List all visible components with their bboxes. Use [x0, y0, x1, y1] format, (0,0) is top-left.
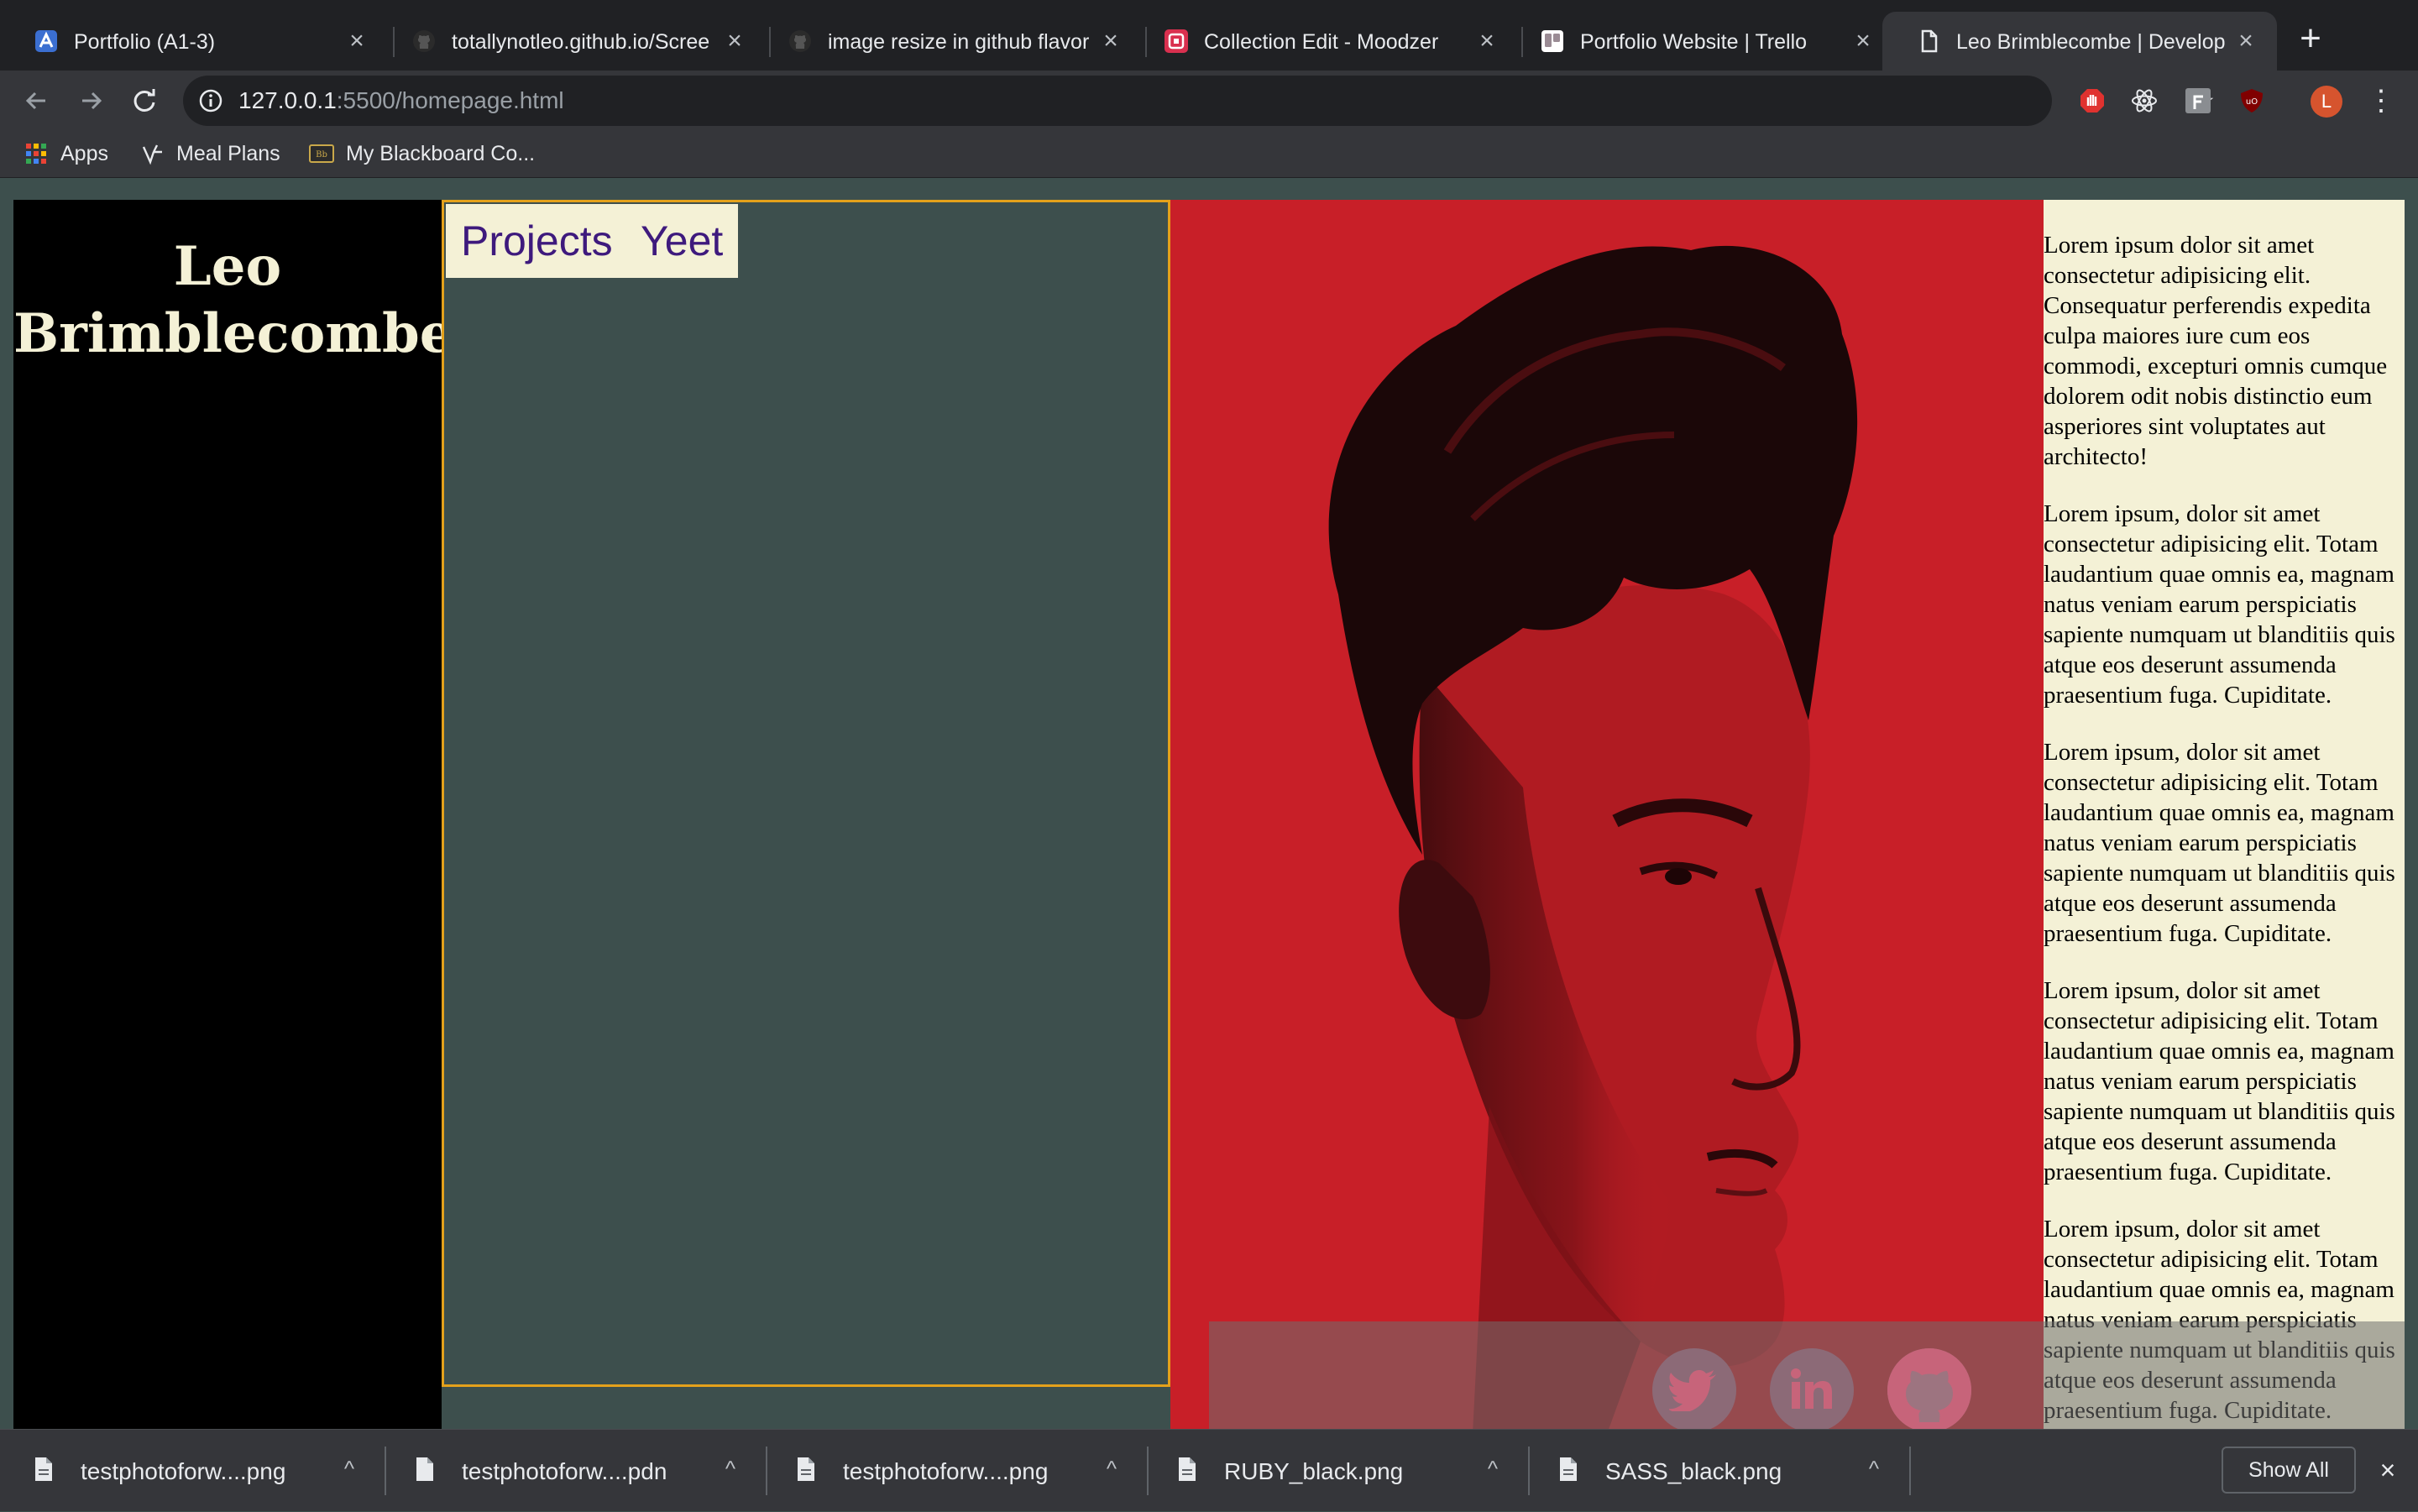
- apps-grid-icon: [24, 141, 49, 166]
- svg-text:uO: uO: [2246, 97, 2258, 107]
- chevron-up-icon[interactable]: ^: [1861, 1455, 1887, 1482]
- reload-icon[interactable]: [126, 82, 163, 119]
- social-links-bar: [1209, 1321, 2405, 1429]
- download-item[interactable]: testphotoforw....png ^: [762, 1430, 1144, 1512]
- tab-image-resize[interactable]: image resize in github flavor ×: [754, 12, 1137, 71]
- close-icon[interactable]: ×: [344, 29, 369, 54]
- file-icon: [35, 1457, 52, 1481]
- download-filename: testphotoforw....pdn: [462, 1458, 667, 1484]
- bookmark-label: Meal Plans: [176, 141, 280, 165]
- about-paragraph: Lorem ipsum, dolor sit amet consectetur …: [2044, 739, 2395, 947]
- url-text[interactable]: 127.0.0.1:5500/homepage.html: [238, 87, 564, 114]
- download-item[interactable]: testphotoforw....pdn ^: [381, 1430, 762, 1512]
- tab-title: totallynotleo.github.io/Scree: [452, 30, 710, 54]
- download-filename: testphotoforw....png: [843, 1458, 1049, 1484]
- file-icon: [1179, 1457, 1196, 1481]
- file-icon: [798, 1457, 814, 1481]
- tab-title: Portfolio (A1-3): [74, 30, 216, 54]
- url-host: 127.0.0.1: [238, 87, 337, 113]
- nav-panel: Projects Yeet: [442, 200, 1170, 1387]
- page-viewport: Leo Brimblecombe Projects Yeet Lorem ips…: [0, 178, 2418, 1429]
- download-filename: SASS_black.png: [1605, 1458, 1782, 1484]
- github-icon: [788, 29, 813, 54]
- new-tab-button[interactable]: +: [2295, 20, 2326, 57]
- bookmark-label: Apps: [60, 141, 108, 165]
- page-icon: [1916, 29, 1941, 54]
- github-icon: [411, 29, 437, 54]
- address-bar[interactable]: 127.0.0.1:5500/homepage.html ☆: [183, 76, 2215, 126]
- download-separator: [1909, 1447, 1911, 1495]
- ublock-origin-icon[interactable]: uO: [2237, 86, 2267, 116]
- nav-link-projects[interactable]: Projects: [446, 204, 628, 278]
- show-all-downloads-button[interactable]: Show All: [2222, 1447, 2356, 1494]
- download-filename: testphotoforw....png: [81, 1458, 286, 1484]
- close-icon[interactable]: ×: [1098, 29, 1123, 54]
- font-extension-icon[interactable]: [2183, 86, 2213, 116]
- bookmarks-bar: Apps Meal Plans Bb My Blackboard Co...: [0, 131, 2418, 178]
- tab-moodzer[interactable]: Collection Edit - Moodzer ×: [1130, 12, 1513, 71]
- download-shelf: testphotoforw....png ^ testphotoforw....…: [0, 1429, 2418, 1511]
- tab-github-pages[interactable]: totallynotleo.github.io/Scree ×: [378, 12, 761, 71]
- react-devtools-icon[interactable]: [2129, 86, 2159, 116]
- download-item[interactable]: testphotoforw....png ^: [0, 1430, 381, 1512]
- browser-tab-strip: Portfolio (A1-3) × totallynotleo.github.…: [0, 0, 2418, 71]
- tab-portfolio[interactable]: Portfolio (A1-3) ×: [0, 12, 383, 71]
- tab-title: Portfolio Website | Trello: [1580, 30, 1808, 54]
- github-icon[interactable]: [1887, 1348, 1971, 1429]
- file-icon: [416, 1457, 433, 1481]
- chevron-up-icon[interactable]: ^: [717, 1455, 744, 1482]
- download-filename: RUBY_black.png: [1224, 1458, 1404, 1484]
- download-item[interactable]: RUBY_black.png ^: [1144, 1430, 1525, 1512]
- back-arrow-icon[interactable]: [18, 82, 55, 119]
- chevron-up-icon[interactable]: ^: [1479, 1455, 1506, 1482]
- browser-toolbar: 127.0.0.1:5500/homepage.html ☆ uO L ⋮: [0, 71, 2418, 131]
- about-paragraph: Lorem ipsum, dolor sit amet consectetur …: [2044, 977, 2395, 1185]
- profile-avatar[interactable]: L: [2311, 86, 2342, 118]
- mealplans-icon: [139, 141, 165, 166]
- info-icon[interactable]: [198, 88, 223, 113]
- close-icon[interactable]: ×: [2233, 29, 2258, 54]
- tab-leo-brimblecombe[interactable]: Leo Brimblecombe | Develop ×: [1882, 12, 2277, 71]
- bookmark-blackboard[interactable]: Bb My Blackboard Co...: [309, 139, 535, 168]
- chevron-up-icon[interactable]: ^: [336, 1455, 363, 1482]
- about-paragraph: Lorem ipsum, dolor sit amet consectetur …: [2044, 500, 2395, 709]
- portrait-photo: [1170, 200, 2044, 1429]
- trello-icon: [1540, 29, 1565, 54]
- close-icon[interactable]: ×: [722, 29, 747, 54]
- chevron-up-icon[interactable]: ^: [1098, 1455, 1125, 1482]
- close-icon[interactable]: ×: [1474, 29, 1499, 54]
- close-icon[interactable]: ×: [1850, 29, 1876, 54]
- forward-arrow-icon[interactable]: [72, 82, 109, 119]
- nav-link-yeet[interactable]: Yeet: [625, 204, 739, 278]
- file-icon: [1560, 1457, 1577, 1481]
- tab-title: Collection Edit - Moodzer: [1204, 30, 1439, 54]
- portrait-silhouette: [1328, 245, 1858, 1429]
- bookmark-label: My Blackboard Co...: [346, 141, 536, 165]
- bookmark-apps[interactable]: Apps: [24, 139, 108, 168]
- tab-title: image resize in github flavor: [828, 30, 1090, 54]
- menu-kebab-icon[interactable]: ⋮: [2366, 82, 2396, 119]
- url-path: :5500/homepage.html: [336, 87, 564, 113]
- twitter-icon[interactable]: [1652, 1348, 1736, 1429]
- linkedin-icon[interactable]: [1770, 1348, 1854, 1429]
- close-icon[interactable]: ×: [2373, 1455, 2403, 1485]
- moodzer-favicon: [1164, 29, 1189, 54]
- tab-trello[interactable]: Portfolio Website | Trello ×: [1506, 12, 1889, 71]
- adblock-extension-icon[interactable]: [2077, 86, 2107, 116]
- site-name-heading: Leo Brimblecombe: [13, 235, 454, 365]
- name-sidebar: Leo Brimblecombe: [13, 200, 454, 1429]
- bookmark-meal-plans[interactable]: Meal Plans: [139, 139, 280, 168]
- about-text-column: Lorem ipsum dolor sit amet consectetur a…: [2044, 200, 2405, 1429]
- svg-text:Bb: Bb: [316, 150, 327, 160]
- download-item[interactable]: SASS_black.png ^: [1525, 1430, 1906, 1512]
- blackboard-icon: Bb: [309, 141, 334, 166]
- portfolio-favicon: [34, 29, 59, 54]
- tab-title: Leo Brimblecombe | Develop: [1956, 30, 2225, 54]
- about-paragraph: Lorem ipsum dolor sit amet consectetur a…: [2044, 232, 2388, 470]
